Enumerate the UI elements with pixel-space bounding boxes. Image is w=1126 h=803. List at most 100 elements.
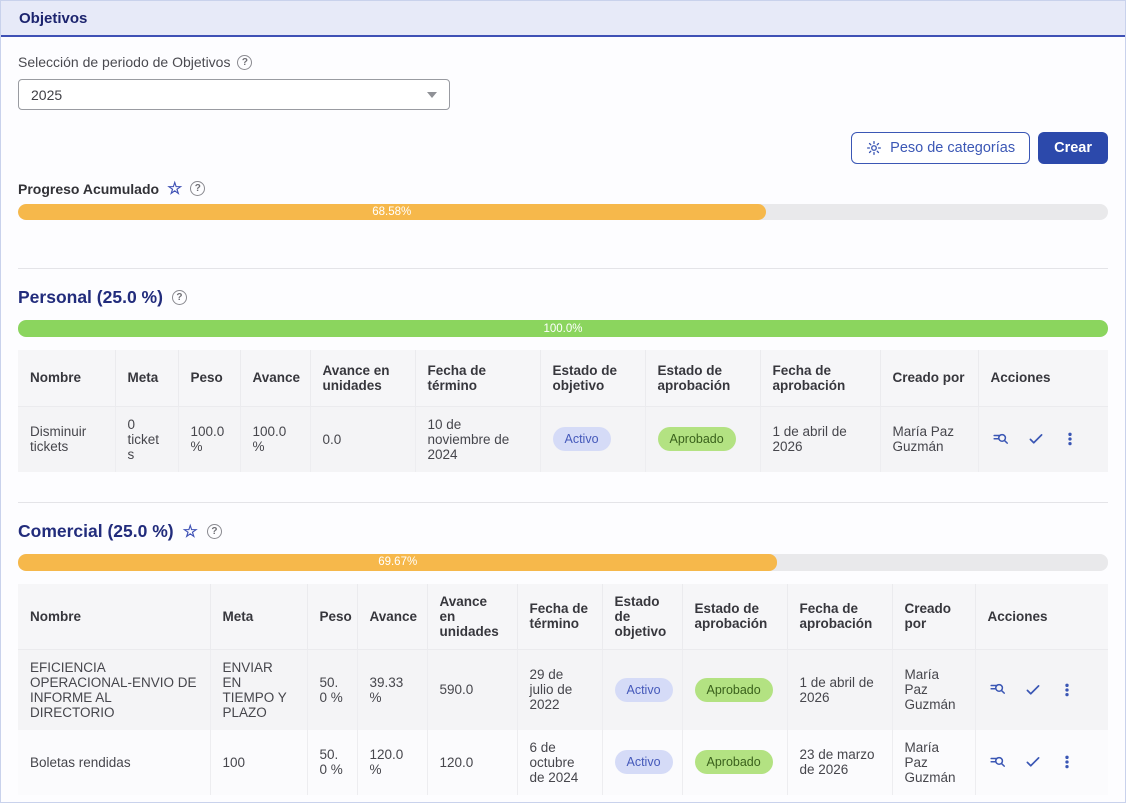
cell-fecha-aprobacion: 1 de abril de 2026 (787, 649, 892, 730)
overall-progress-header: Progreso Acumulado ☆ (18, 180, 1108, 197)
comercial-progress-bar: 69.67% (18, 554, 1108, 571)
period-select[interactable]: 2025 (18, 79, 450, 110)
create-button[interactable]: Crear (1038, 132, 1108, 164)
status-badge-aprobado: Aprobado (695, 750, 773, 774)
cell-estado-objetivo: Activo (540, 406, 645, 472)
status-badge-activo: Activo (553, 427, 611, 451)
personal-table: Nombre Meta Peso Avance Avance en unidad… (18, 350, 1108, 472)
cell-avance: 120.0 % (357, 730, 427, 795)
cell-fecha-aprobacion: 1 de abril de 2026 (760, 406, 880, 472)
personal-progress-bar: 100.0% (18, 320, 1108, 337)
detail-search-icon[interactable] (991, 430, 1010, 449)
cell-avance: 100.0 % (240, 406, 310, 472)
col-fecha-aprobacion: Fecha de aprobación (760, 350, 880, 406)
cell-creado-por: María Paz Guzmán (892, 730, 975, 795)
panel-content: Selección de periodo de Objetivos 2025 P… (1, 54, 1125, 795)
cell-acciones (978, 406, 1108, 472)
approve-check-icon[interactable] (1024, 681, 1042, 699)
status-badge-activo: Activo (615, 678, 673, 702)
table-row: Disminuir tickets 0 tickets 100.0 % 100.… (18, 406, 1108, 472)
cell-avance-unidades: 0.0 (310, 406, 415, 472)
detail-search-icon[interactable] (988, 680, 1007, 699)
col-avance-unidades: Avance en unidades (310, 350, 415, 406)
col-meta: Meta (210, 584, 307, 650)
table-row: Boletas rendidas 100 50.0 % 120.0 % 120.… (18, 730, 1108, 795)
cell-fecha-termino: 29 de julio de 2022 (517, 649, 602, 730)
personal-header-row: Nombre Meta Peso Avance Avance en unidad… (18, 350, 1108, 406)
col-nombre: Nombre (18, 584, 210, 650)
comercial-header-row: Nombre Meta Peso Avance Avance en unidad… (18, 584, 1108, 650)
help-icon[interactable] (237, 55, 252, 70)
objetivos-panel: Objetivos Selección de periodo de Objeti… (0, 0, 1126, 803)
col-acciones: Acciones (975, 584, 1108, 650)
col-avance-unidades: Avance en unidades (427, 584, 517, 650)
status-badge-aprobado: Aprobado (658, 427, 736, 451)
kebab-menu-icon[interactable] (1059, 753, 1075, 771)
cell-meta: 100 (210, 730, 307, 795)
section-title-personal: Personal (25.0 %) (18, 287, 1108, 308)
col-peso: Peso (178, 350, 240, 406)
cell-estado-objetivo: Activo (602, 730, 682, 795)
comercial-title-text: Comercial (25.0 %) (18, 521, 174, 542)
help-icon[interactable] (207, 524, 222, 539)
detail-search-icon[interactable] (988, 753, 1007, 772)
category-weights-label: Peso de categorías (890, 140, 1015, 156)
status-badge-aprobado: Aprobado (695, 678, 773, 702)
cell-nombre: Boletas rendidas (18, 730, 210, 795)
panel-header: Objetivos (1, 1, 1125, 37)
col-avance: Avance (357, 584, 427, 650)
cell-nombre: EFICIENCIA OPERACIONAL-ENVIO DE INFORME … (18, 649, 210, 730)
comercial-table: Nombre Meta Peso Avance Avance en unidad… (18, 584, 1108, 795)
cell-avance: 39.33 % (357, 649, 427, 730)
section-title-comercial: Comercial (25.0 %) ☆ (18, 521, 1108, 542)
kebab-menu-icon[interactable] (1059, 681, 1075, 699)
create-button-label: Crear (1054, 140, 1092, 156)
status-badge-activo: Activo (615, 750, 673, 774)
help-icon[interactable] (190, 181, 205, 196)
section-divider (18, 502, 1108, 503)
period-label: Selección de periodo de Objetivos (18, 54, 230, 70)
toolbar: Peso de categorías Crear (18, 132, 1108, 164)
col-fecha-termino: Fecha de término (517, 584, 602, 650)
cell-acciones (975, 649, 1108, 730)
cell-fecha-aprobacion: 23 de marzo de 2026 (787, 730, 892, 795)
section-divider (18, 268, 1108, 269)
col-estado-objetivo: Estado de objetivo (540, 350, 645, 406)
cell-peso: 50.0 % (307, 730, 357, 795)
personal-title-text: Personal (25.0 %) (18, 287, 163, 308)
comercial-progress-fill: 69.67% (18, 554, 777, 571)
cell-creado-por: María Paz Guzmán (880, 406, 978, 472)
col-estado-aprobacion: Estado de aprobación (682, 584, 787, 650)
cell-estado-aprobacion: Aprobado (682, 649, 787, 730)
kebab-menu-icon[interactable] (1062, 430, 1078, 448)
category-weights-button[interactable]: Peso de categorías (851, 132, 1030, 164)
approve-check-icon[interactable] (1027, 430, 1045, 448)
personal-progress-value: 100.0% (543, 323, 582, 335)
approve-check-icon[interactable] (1024, 753, 1042, 771)
overall-progress-bar: 68.58% (18, 204, 1108, 220)
cell-nombre: Disminuir tickets (18, 406, 115, 472)
cell-acciones (975, 730, 1108, 795)
cell-creado-por: María Paz Guzmán (892, 649, 975, 730)
row-actions (988, 680, 1097, 699)
col-estado-objetivo: Estado de objetivo (602, 584, 682, 650)
cell-meta: ENVIAR EN TIEMPO Y PLAZO (210, 649, 307, 730)
overall-progress-fill: 68.58% (18, 204, 766, 220)
comercial-progress-value: 69.67% (378, 556, 417, 568)
cell-peso: 100.0 % (178, 406, 240, 472)
cell-estado-aprobacion: Aprobado (645, 406, 760, 472)
favorite-star-icon[interactable]: ☆ (167, 180, 182, 197)
row-actions (988, 753, 1097, 772)
col-nombre: Nombre (18, 350, 115, 406)
cell-meta: 0 tickets (115, 406, 178, 472)
col-creado-por: Creado por (892, 584, 975, 650)
favorite-star-icon[interactable]: ☆ (183, 523, 198, 540)
cell-fecha-termino: 6 de octubre de 2024 (517, 730, 602, 795)
overall-progress-value: 68.58% (372, 206, 411, 218)
help-icon[interactable] (172, 290, 187, 305)
period-field-label-row: Selección de periodo de Objetivos (18, 54, 1108, 70)
col-creado-por: Creado por (880, 350, 978, 406)
col-meta: Meta (115, 350, 178, 406)
col-peso: Peso (307, 584, 357, 650)
cell-peso: 50.0 % (307, 649, 357, 730)
